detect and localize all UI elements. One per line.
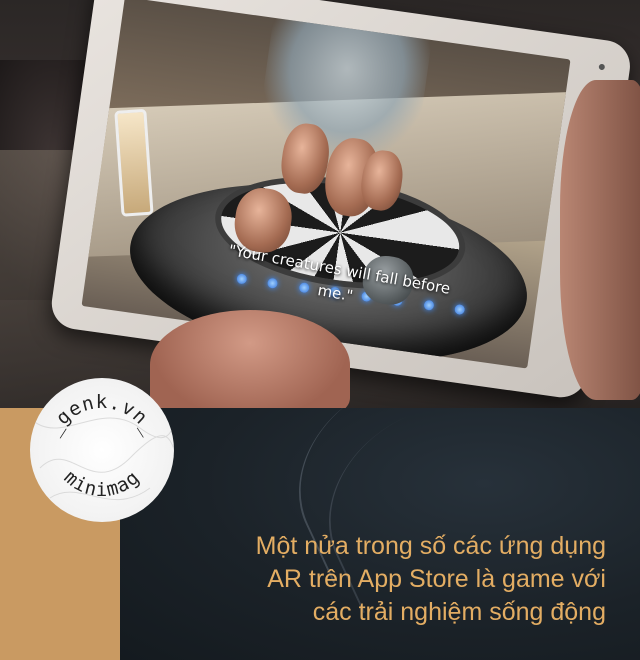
hero-photo: "Your creatures will fall before me." xyxy=(0,0,640,408)
badge-bottom-text: minimag xyxy=(60,466,144,501)
front-camera xyxy=(598,63,606,71)
ipad-frame: "Your creatures will fall before me." xyxy=(48,0,634,401)
ipad-screen: "Your creatures will fall before me." xyxy=(81,0,571,369)
badge-top-text: _genk.vn_ xyxy=(42,391,161,439)
badge-ring-text: _genk.vn_ minimag xyxy=(30,391,174,501)
caption-line: AR trên App Store là game với xyxy=(267,565,606,593)
genk-badge: _genk.vn_ minimag xyxy=(30,378,174,522)
caption-panel: Một nửa trong số các ứng dụng AR trên Ap… xyxy=(120,408,640,660)
caption-line: Một nửa trong số các ứng dụng xyxy=(255,532,606,560)
caption-text: Một nửa trong số các ứng dụng AR trên Ap… xyxy=(186,530,606,629)
hand-right xyxy=(560,80,640,400)
caption-line: các trải nghiệm sống động xyxy=(312,598,606,626)
